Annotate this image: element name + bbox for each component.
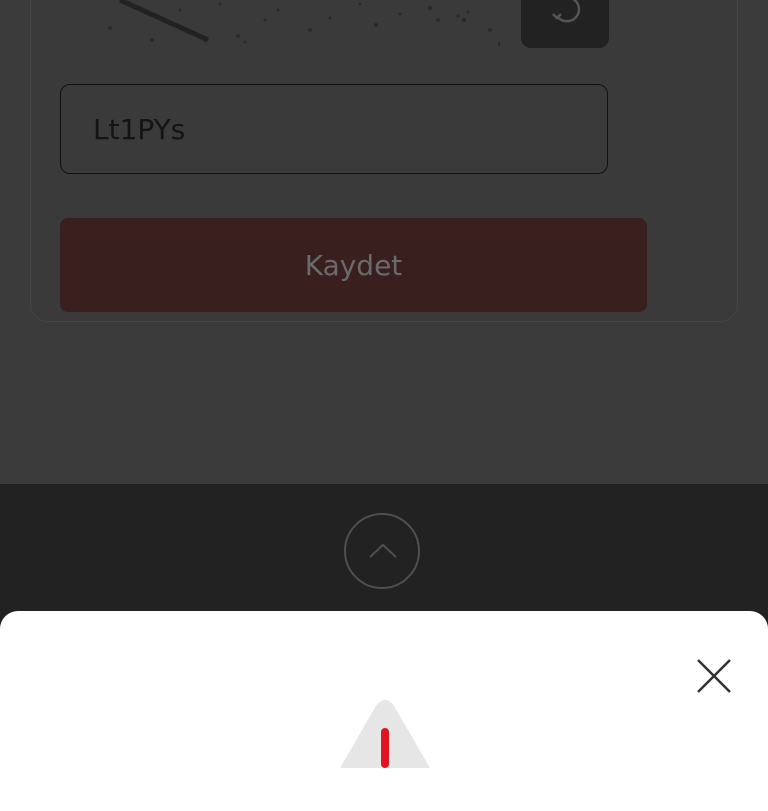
captcha-code-input[interactable] <box>60 84 608 174</box>
warning-icon <box>340 700 430 768</box>
refresh-captcha-button[interactable] <box>521 0 609 48</box>
save-button[interactable]: Kaydet <box>60 218 647 312</box>
chevron-up-icon <box>369 543 397 558</box>
captcha-image <box>108 0 500 46</box>
scroll-to-top-button[interactable] <box>344 513 420 589</box>
close-icon[interactable] <box>694 656 734 696</box>
refresh-icon <box>552 0 581 23</box>
